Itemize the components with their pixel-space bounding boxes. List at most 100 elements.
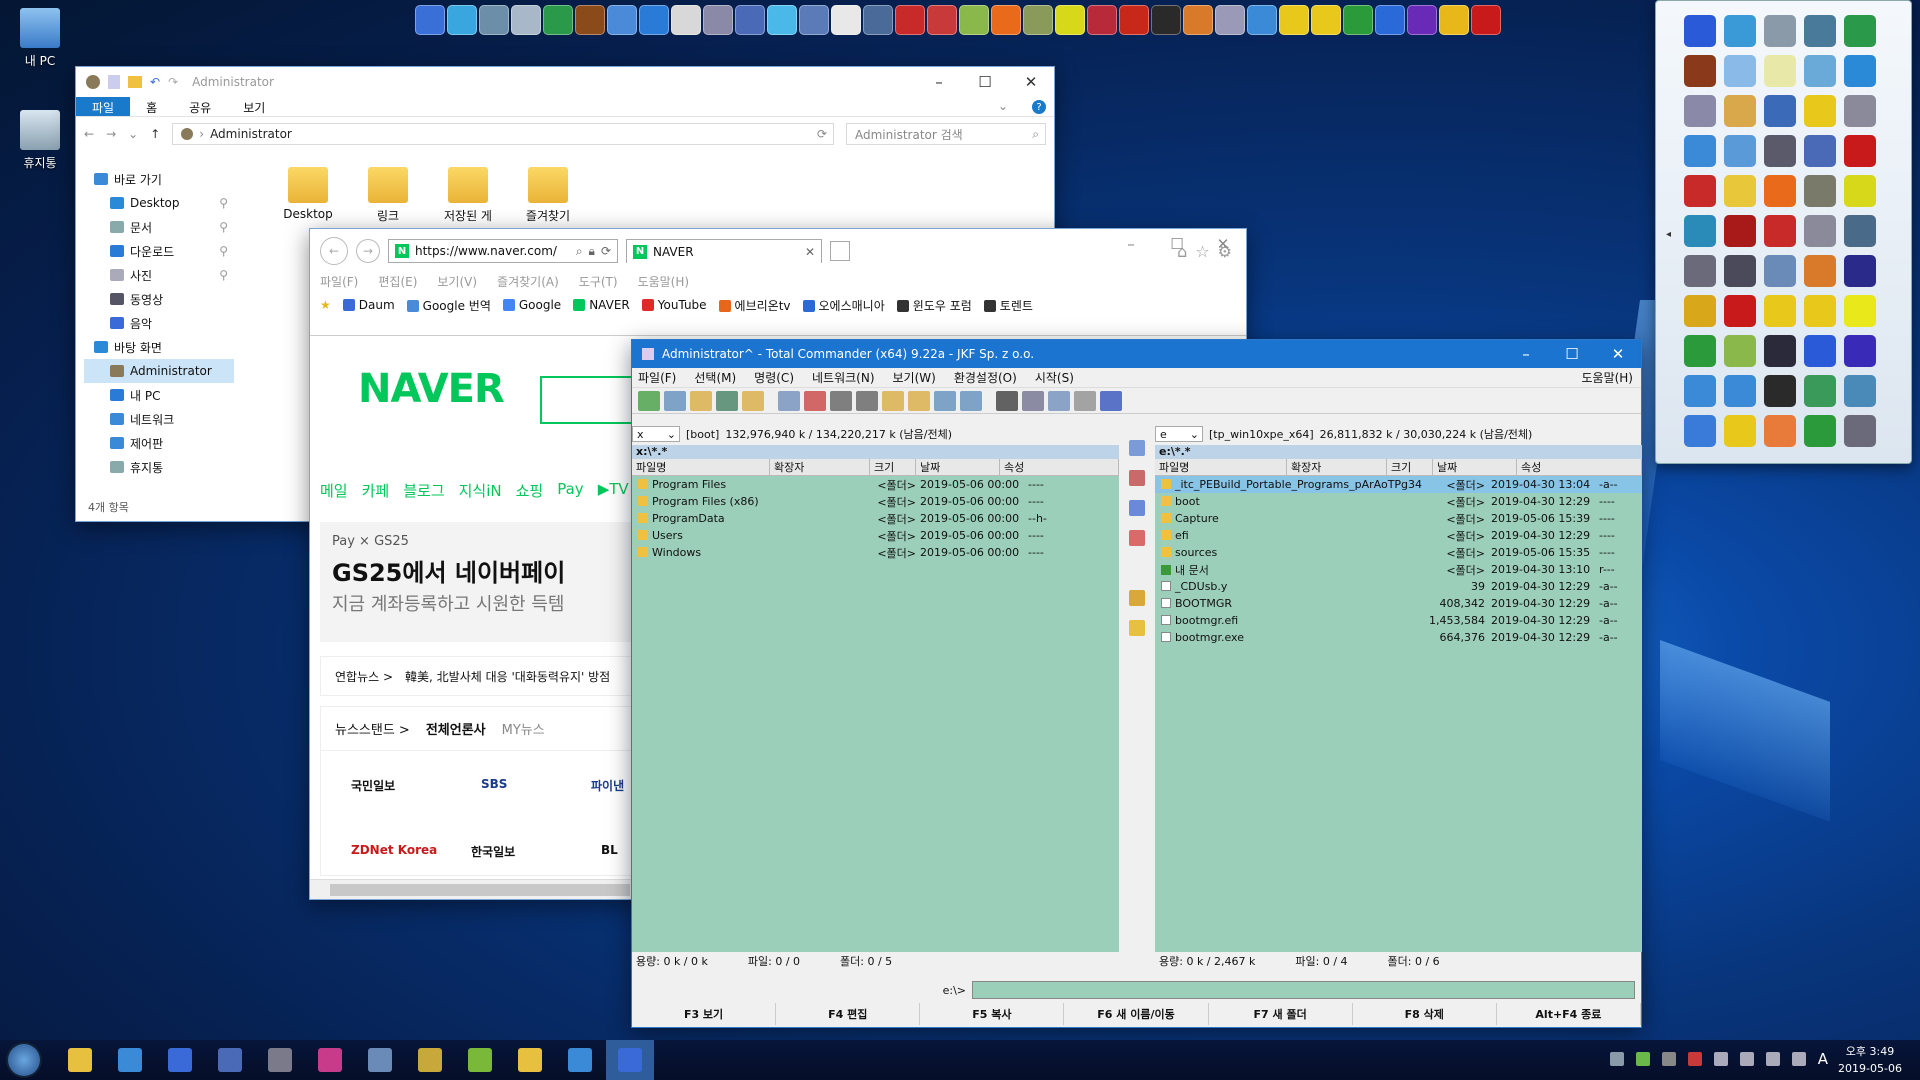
- naver-logo[interactable]: NAVER: [358, 366, 505, 412]
- quick-launch-app-icon[interactable]: [607, 5, 637, 35]
- undo-icon[interactable]: ↶: [150, 75, 160, 89]
- service-link[interactable]: 메일: [320, 480, 348, 501]
- breadcrumb[interactable]: Administrator: [210, 127, 292, 141]
- help-icon[interactable]: ?: [1032, 100, 1046, 114]
- new-folder-icon[interactable]: [1129, 620, 1145, 636]
- launcher-app-icon[interactable]: [1724, 15, 1756, 47]
- launcher-app-icon[interactable]: [1764, 415, 1796, 447]
- volume-icon[interactable]: [1791, 1052, 1806, 1066]
- launcher-app-icon[interactable]: [1804, 295, 1836, 327]
- launcher-app-icon[interactable]: [1764, 55, 1796, 87]
- newsstand-tab[interactable]: 전체언론사: [426, 719, 486, 738]
- file-row[interactable]: _CDUsb.y 39 2019-04-30 12:29 -a--: [1155, 578, 1642, 595]
- favorite-link[interactable]: Google: [502, 298, 561, 312]
- function-key-button[interactable]: F5 복사: [920, 1003, 1065, 1025]
- quick-launch-app-icon[interactable]: [639, 5, 669, 35]
- column-header-cell[interactable]: 크기: [870, 459, 916, 475]
- nav-item[interactable]: 휴지통: [84, 455, 234, 479]
- launcher-app-icon[interactable]: [1804, 215, 1836, 247]
- recent-chevron-icon[interactable]: ⌄: [128, 127, 138, 141]
- menu-item[interactable]: 도움말(H): [638, 273, 690, 293]
- function-key-button[interactable]: F3 보기: [632, 1003, 777, 1025]
- drive-selector[interactable]: x ⌄: [632, 426, 680, 442]
- favorites-star-icon[interactable]: ★: [320, 298, 331, 312]
- launcher-app-icon[interactable]: [1724, 335, 1756, 367]
- publisher-logo[interactable]: 국민일보: [351, 777, 395, 794]
- taskbar-button[interactable]: [256, 1040, 304, 1080]
- launcher-app-icon[interactable]: [1684, 15, 1716, 47]
- quick-launch-app-icon[interactable]: [735, 5, 765, 35]
- launcher-app-icon[interactable]: [1804, 375, 1836, 407]
- favorite-link[interactable]: 오에스매니아: [802, 297, 885, 314]
- launcher-app-icon[interactable]: [1684, 215, 1716, 247]
- minimize-button[interactable]: –: [1503, 340, 1549, 368]
- file-row[interactable]: bootmgr.exe 664,376 2019-04-30 12:29 -a--: [1155, 629, 1642, 646]
- launcher-app-icon[interactable]: [1684, 55, 1716, 87]
- launcher-app-icon[interactable]: [1764, 215, 1796, 247]
- launcher-app-icon[interactable]: [1684, 135, 1716, 167]
- launcher-app-icon[interactable]: [1724, 215, 1756, 247]
- search-input[interactable]: Administrator 검색 ⌕: [846, 123, 1046, 145]
- quick-launch-app-icon[interactable]: [1247, 5, 1277, 35]
- properties-icon[interactable]: [108, 75, 120, 89]
- quick-launch-app-icon[interactable]: [1215, 5, 1245, 35]
- close-button[interactable]: ✕: [1595, 340, 1641, 368]
- toolbar-button-icon[interactable]: [1048, 390, 1070, 411]
- quick-launch-app-icon[interactable]: [895, 5, 925, 35]
- quick-launch-app-icon[interactable]: [1087, 5, 1117, 35]
- toolbar-button-icon[interactable]: [934, 390, 956, 411]
- file-list[interactable]: Program Files <폴더> 2019-05-06 00:00 ---- Pro…: [632, 476, 1119, 952]
- quick-launch-app-icon[interactable]: [1375, 5, 1405, 35]
- menu-item[interactable]: 선택(M): [694, 369, 736, 386]
- publisher-logo[interactable]: ZDNet Korea: [351, 843, 437, 857]
- toolbar-button-icon[interactable]: [882, 390, 904, 411]
- launcher-app-icon[interactable]: [1684, 295, 1716, 327]
- taskbar-button[interactable]: [456, 1040, 504, 1080]
- taskbar-button[interactable]: [406, 1040, 454, 1080]
- service-link[interactable]: Pay: [557, 480, 583, 501]
- column-header-cell[interactable]: 확장자: [770, 459, 870, 475]
- launcher-app-icon[interactable]: [1844, 295, 1876, 327]
- quick-launch-app-icon[interactable]: [991, 5, 1021, 35]
- move-icon[interactable]: [1129, 530, 1145, 546]
- menu-item[interactable]: 시작(S): [1035, 369, 1074, 386]
- function-key-button[interactable]: F4 편집: [776, 1003, 921, 1025]
- nav-item[interactable]: Administrator: [84, 359, 234, 383]
- launcher-app-icon[interactable]: [1844, 415, 1876, 447]
- taskbar-button[interactable]: [556, 1040, 604, 1080]
- quick-launch-app-icon[interactable]: [447, 5, 477, 35]
- nav-item[interactable]: 제어판: [84, 431, 234, 455]
- quick-launch-app-icon[interactable]: [415, 5, 445, 35]
- close-button[interactable]: ✕: [1008, 67, 1054, 97]
- menu-help[interactable]: 도움말(H): [1581, 369, 1633, 386]
- launcher-app-icon[interactable]: [1724, 175, 1756, 207]
- launcher-app-icon[interactable]: [1804, 95, 1836, 127]
- ad-banner[interactable]: Pay × GS25 GS25에서 네이버페이 지금 계좌등록하고 시원한 득템: [320, 522, 640, 642]
- right-panel[interactable]: e ⌄ [tp_win10xpe_x64] 26,811,832 k / 30,030…: [1155, 425, 1642, 975]
- network-icon[interactable]: [1609, 1052, 1624, 1066]
- column-header-cell[interactable]: 날짜: [916, 459, 1000, 475]
- function-key-button[interactable]: F8 삭제: [1353, 1003, 1497, 1025]
- back-button[interactable]: ←: [320, 237, 348, 265]
- taskbar-button[interactable]: [506, 1040, 554, 1080]
- launcher-app-icon[interactable]: [1844, 175, 1876, 207]
- launcher-app-icon[interactable]: [1844, 255, 1876, 287]
- quick-launch-app-icon[interactable]: [1407, 5, 1437, 35]
- function-key-button[interactable]: Alt+F4 종료: [1497, 1003, 1641, 1025]
- launcher-app-icon[interactable]: [1684, 175, 1716, 207]
- launcher-app-icon[interactable]: [1724, 55, 1756, 87]
- publisher-logo[interactable]: 한국일보: [471, 843, 515, 860]
- folder-item[interactable]: 저장된 게: [432, 167, 504, 224]
- maximize-button[interactable]: ☐: [1549, 340, 1595, 368]
- pack-icon[interactable]: [1129, 590, 1145, 606]
- nav-item[interactable]: 다운로드 ⚲: [84, 239, 234, 263]
- launcher-app-icon[interactable]: [1764, 175, 1796, 207]
- search-icon[interactable]: ⌕: [576, 244, 583, 259]
- launcher-app-icon[interactable]: [1764, 295, 1796, 327]
- quick-launch-app-icon[interactable]: [575, 5, 605, 35]
- launcher-app-icon[interactable]: [1684, 335, 1716, 367]
- quick-launch-app-icon[interactable]: [1471, 5, 1501, 35]
- folder-icon[interactable]: [128, 76, 142, 88]
- launcher-app-icon[interactable]: [1724, 295, 1756, 327]
- file-row[interactable]: Program Files (x86) <폴더> 2019-05-06 00:00-…: [632, 493, 1119, 510]
